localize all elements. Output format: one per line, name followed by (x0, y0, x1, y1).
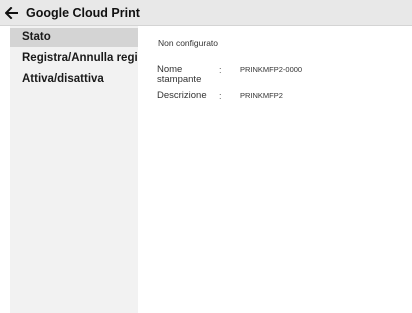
title-bar: Google Cloud Print (0, 0, 412, 26)
field-label: Nome stampante (157, 64, 202, 85)
field-value: PRINKMFP2 (240, 91, 283, 100)
status-text: Non configurato (158, 38, 219, 48)
page-title: Google Cloud Print (26, 5, 140, 20)
field-label: Descrizione (157, 90, 207, 101)
sidebar-item-stato[interactable]: Stato (10, 28, 138, 47)
field-separator: : (219, 65, 222, 75)
sidebar-item-registra[interactable]: Registra/Annulla registraz (10, 49, 138, 68)
sidebar: Stato Registra/Annulla registraz Attiva/… (10, 26, 138, 313)
field-value: PRINKMFP2-0000 (240, 65, 303, 74)
sidebar-item-attiva[interactable]: Attiva/disattiva (10, 70, 138, 89)
left-arrow-icon[interactable] (3, 4, 21, 22)
field-separator: : (219, 91, 222, 101)
main-content: Non configurato Nome stampante : PRINKMF… (138, 26, 412, 313)
